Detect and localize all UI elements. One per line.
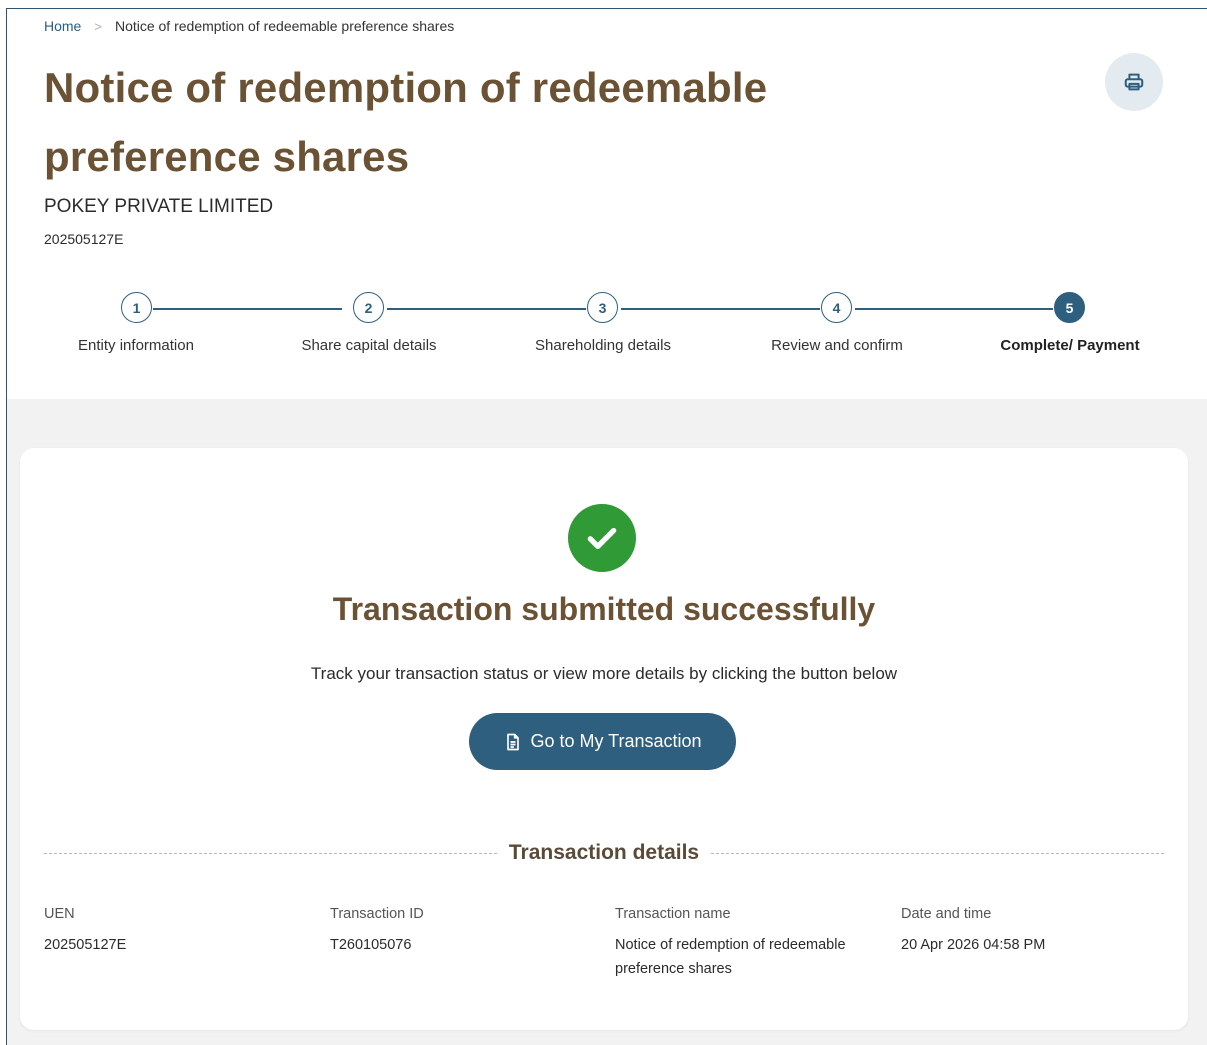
entity-name: POKEY PRIVATE LIMITED — [44, 196, 274, 217]
breadcrumb-home-link[interactable]: Home — [44, 18, 81, 34]
divider-line-right — [711, 853, 1164, 854]
breadcrumb-current: Notice of redemption of redeemable prefe… — [114, 18, 455, 34]
step-5-circle: 5 — [1054, 292, 1085, 323]
step-connector — [153, 308, 342, 310]
detail-transaction-id: Transaction ID T260105076 — [330, 906, 610, 957]
progress-stepper: 1 2 3 4 5 Entity information Share capit… — [7, 292, 1207, 362]
step-5-label: Complete/ Payment — [1000, 337, 1140, 354]
print-button[interactable] — [1105, 53, 1163, 111]
step-1-label: Entity information — [78, 337, 194, 354]
detail-label: UEN — [44, 906, 75, 922]
check-circle-icon — [568, 504, 636, 572]
step-connector — [855, 308, 1053, 310]
success-title: Transaction submitted successfully — [332, 591, 876, 627]
step-connector — [387, 308, 586, 310]
page-title: Notice of redemption of redeemable prefe… — [44, 64, 768, 180]
detail-uen: UEN 202505127E — [44, 906, 324, 957]
step-2-label: Share capital details — [301, 337, 437, 354]
step-3-label: Shareholding details — [535, 337, 671, 354]
document-icon — [503, 732, 523, 752]
printer-icon — [1124, 73, 1144, 91]
go-to-my-transaction-button[interactable]: Go to My Transaction — [469, 713, 736, 770]
breadcrumb-separator: > — [94, 18, 102, 34]
detail-label: Date and time — [901, 906, 992, 922]
detail-transaction-name: Transaction name Notice of redemption of… — [615, 906, 895, 981]
success-description: Track your transaction status or view mo… — [310, 664, 898, 683]
detail-label: Transaction ID — [330, 906, 424, 922]
detail-label: Transaction name — [615, 906, 731, 922]
step-2-circle: 2 — [353, 292, 384, 323]
step-1-circle: 1 — [121, 292, 152, 323]
detail-value: 202505127E — [44, 937, 127, 953]
transaction-details: UEN 202505127E Transaction ID T260105076… — [44, 906, 1164, 1006]
entity-uen: 202505127E — [44, 231, 124, 247]
detail-value: 20 Apr 2026 04:58 PM — [901, 937, 1046, 953]
step-3-circle: 3 — [587, 292, 618, 323]
app-frame: Home > Notice of redemption of redeemabl… — [6, 8, 1207, 1045]
breadcrumb: Home > Notice of redemption of redeemabl… — [44, 18, 454, 34]
step-4-label: Review and confirm — [771, 337, 903, 354]
go-to-my-transaction-label: Go to My Transaction — [530, 731, 702, 751]
detail-value: T260105076 — [330, 937, 412, 953]
step-connector — [621, 308, 820, 310]
confirmation-card: Transaction submitted successfully Track… — [20, 448, 1188, 1030]
transaction-details-divider: Transaction details — [44, 839, 1164, 867]
detail-date-time: Date and time 20 Apr 2026 04:58 PM — [901, 906, 1181, 957]
step-4-circle: 4 — [821, 292, 852, 323]
detail-value: Notice of redemption of redeemable prefe… — [615, 937, 846, 977]
